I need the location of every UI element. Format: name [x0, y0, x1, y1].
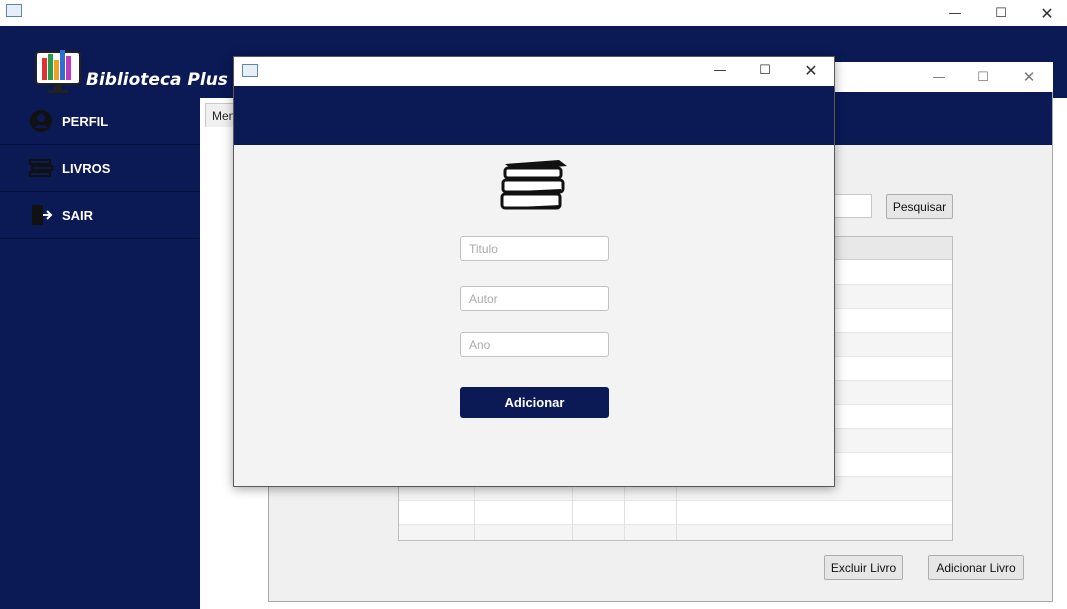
close-button[interactable]: ✕	[788, 57, 834, 83]
sidebar-item-label: LIVROS	[62, 160, 111, 176]
sidebar: PERFIL LIVROS SAIR	[0, 98, 200, 609]
search-button[interactable]: Pesquisar	[886, 194, 953, 219]
maximize-button[interactable]: ☐	[978, 0, 1024, 26]
main-title-bar: — ☐ ✕	[0, 0, 1067, 26]
maximize-button[interactable]: ☐	[960, 64, 1006, 90]
app-title: Biblioteca Plus	[86, 70, 228, 90]
delete-book-button[interactable]: Excluir Livro	[824, 555, 903, 580]
sidebar-item-label: PERFIL	[62, 113, 109, 129]
close-button[interactable]: ✕	[1024, 0, 1067, 26]
library-logo-icon	[35, 50, 81, 93]
sidebar-item-label: SAIR	[62, 207, 94, 223]
app-window-icon	[6, 4, 22, 17]
maximize-button[interactable]: ☐	[742, 57, 788, 83]
minimize-button[interactable]: —	[916, 64, 962, 90]
exit-door-icon	[28, 202, 54, 228]
sidebar-item-livros[interactable]: LIVROS	[0, 145, 200, 192]
sidebar-item-sair[interactable]: SAIR	[0, 192, 200, 239]
minimize-button[interactable]: —	[932, 0, 978, 26]
books-icon	[28, 155, 54, 181]
close-button[interactable]: ✕	[1006, 64, 1052, 90]
dialog-window-icon	[242, 64, 258, 77]
year-input[interactable]: Ano	[460, 332, 609, 357]
user-circle-icon	[28, 108, 54, 134]
title-input[interactable]: Titulo	[460, 236, 609, 261]
sidebar-item-perfil[interactable]: PERFIL	[0, 98, 200, 145]
dialog-header	[234, 86, 834, 145]
add-button[interactable]: Adicionar	[460, 387, 609, 418]
minimize-button[interactable]: —	[697, 57, 743, 83]
author-input[interactable]: Autor	[460, 286, 609, 311]
add-book-button[interactable]: Adicionar Livro	[928, 555, 1024, 580]
book-stack-icon	[500, 160, 567, 210]
dialog-title-bar: — ☐ ✕	[234, 57, 834, 86]
